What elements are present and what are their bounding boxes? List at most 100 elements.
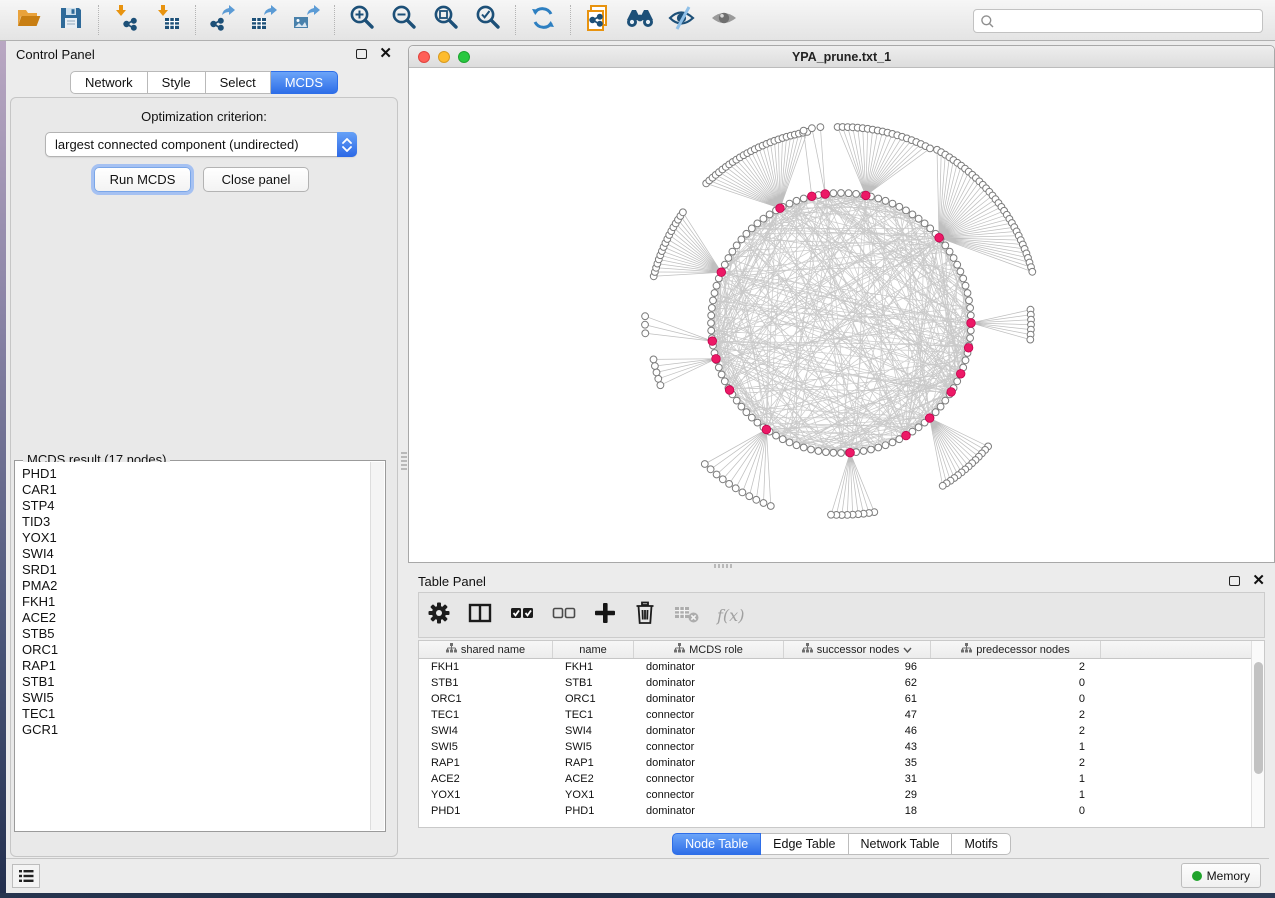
find-button[interactable] [624, 4, 656, 36]
panels-menu-button[interactable] [12, 864, 40, 888]
cell-predecessors[interactable]: 2 [931, 659, 1101, 675]
mcds-result-item[interactable]: CAR1 [22, 482, 370, 498]
table-row-SWI4[interactable]: SWI4SWI4dominator462 [419, 723, 1264, 739]
column-header-role[interactable]: MCDS role [634, 641, 784, 658]
export-table-button[interactable] [249, 4, 281, 36]
mcds-result-list[interactable]: PHD1CAR1STP4TID3YOX1SWI4SRD1PMA2FKH1ACE2… [16, 462, 370, 830]
cell-name[interactable]: TEC1 [553, 707, 634, 723]
export-image-button[interactable] [291, 4, 323, 36]
cell-shared[interactable]: YOX1 [419, 787, 553, 803]
cell-successors[interactable]: 96 [784, 659, 931, 675]
mcds-result-item[interactable]: ACE2 [22, 610, 370, 626]
mcds-result-item[interactable]: FKH1 [22, 594, 370, 610]
cell-role[interactable]: connector [634, 787, 784, 803]
zoom-out-button[interactable] [388, 4, 420, 36]
cell-successors[interactable]: 29 [784, 787, 931, 803]
cell-predecessors[interactable]: 0 [931, 691, 1101, 707]
function-builder-button[interactable]: f(x) [717, 599, 744, 631]
import-table-button[interactable] [152, 4, 184, 36]
cell-shared[interactable]: ACE2 [419, 771, 553, 787]
cell-role[interactable]: dominator [634, 755, 784, 771]
float-table-panel-icon[interactable] [1229, 576, 1240, 586]
cell-predecessors[interactable]: 2 [931, 755, 1101, 771]
mcds-result-item[interactable]: TEC1 [22, 706, 370, 722]
mcds-result-item[interactable]: SRD1 [22, 562, 370, 578]
cell-role[interactable]: dominator [634, 691, 784, 707]
table-row-ACE2[interactable]: ACE2ACE2connector311 [419, 771, 1264, 787]
cell-predecessors[interactable]: 2 [931, 723, 1101, 739]
settings-button[interactable] [427, 599, 451, 631]
cell-predecessors[interactable]: 0 [931, 803, 1101, 819]
close-panel-button[interactable]: Close panel [203, 167, 309, 192]
cell-role[interactable]: dominator [634, 675, 784, 691]
mcds-result-item[interactable]: RAP1 [22, 658, 370, 674]
cell-successors[interactable]: 31 [784, 771, 931, 787]
column-header-shared[interactable]: shared name [419, 641, 553, 658]
tab-edge-table[interactable]: Edge Table [761, 833, 848, 855]
open-file-button[interactable] [13, 4, 45, 36]
deselect-all-button[interactable] [551, 599, 577, 631]
table-row-RAP1[interactable]: RAP1RAP1dominator352 [419, 755, 1264, 771]
float-window-icon[interactable] [356, 49, 367, 59]
tab-style[interactable]: Style [148, 71, 206, 94]
mcds-result-item[interactable]: TID3 [22, 514, 370, 530]
refresh-layout-button[interactable] [527, 4, 559, 36]
zoom-selected-button[interactable] [472, 4, 504, 36]
close-panel-icon[interactable]: ✕ [379, 49, 392, 59]
cell-name[interactable]: SWI4 [553, 723, 634, 739]
column-header-name[interactable]: name [553, 641, 634, 658]
select-all-button[interactable] [509, 599, 535, 631]
cell-predecessors[interactable]: 1 [931, 771, 1101, 787]
table-row-PHD1[interactable]: PHD1PHD1dominator180 [419, 803, 1264, 819]
table-scrollbar-thumb[interactable] [1254, 662, 1263, 774]
table-row-FKH1[interactable]: FKH1FKH1dominator962 [419, 659, 1264, 675]
cell-role[interactable]: connector [634, 739, 784, 755]
memory-button[interactable]: Memory [1181, 863, 1261, 888]
cell-role[interactable]: dominator [634, 723, 784, 739]
cell-shared[interactable]: RAP1 [419, 755, 553, 771]
cell-name[interactable]: SWI5 [553, 739, 634, 755]
cell-shared[interactable]: ORC1 [419, 691, 553, 707]
show-columns-button[interactable] [467, 599, 493, 631]
cell-role[interactable]: connector [634, 771, 784, 787]
mcds-result-item[interactable]: PHD1 [22, 466, 370, 482]
tab-node-table[interactable]: Node Table [672, 833, 761, 855]
cell-successors[interactable]: 35 [784, 755, 931, 771]
mcds-result-item[interactable]: STP4 [22, 498, 370, 514]
cell-shared[interactable]: PHD1 [419, 803, 553, 819]
tab-select[interactable]: Select [206, 71, 271, 94]
cell-successors[interactable]: 61 [784, 691, 931, 707]
add-column-button[interactable] [593, 599, 617, 631]
network-canvas[interactable] [409, 68, 1274, 562]
cell-name[interactable]: ORC1 [553, 691, 634, 707]
vertical-splitter-handle[interactable] [401, 450, 407, 472]
mcds-result-item[interactable]: YOX1 [22, 530, 370, 546]
delete-table-button[interactable] [673, 599, 701, 631]
table-scrollbar[interactable] [1251, 641, 1264, 827]
cell-name[interactable]: YOX1 [553, 787, 634, 803]
cell-role[interactable]: connector [634, 707, 784, 723]
zoom-fit-button[interactable] [430, 4, 462, 36]
cell-role[interactable]: dominator [634, 659, 784, 675]
cell-predecessors[interactable]: 2 [931, 707, 1101, 723]
run-mcds-button[interactable]: Run MCDS [94, 167, 191, 192]
mcds-result-item[interactable]: STB1 [22, 674, 370, 690]
column-header-predecessors[interactable]: predecessor nodes [931, 641, 1101, 658]
cell-successors[interactable]: 62 [784, 675, 931, 691]
tab-network[interactable]: Network [70, 71, 148, 94]
tab-network-table[interactable]: Network Table [849, 833, 953, 855]
cell-shared[interactable]: SWI4 [419, 723, 553, 739]
delete-column-button[interactable] [633, 599, 657, 631]
cell-name[interactable]: ACE2 [553, 771, 634, 787]
cell-shared[interactable]: SWI5 [419, 739, 553, 755]
result-list-scrollbar[interactable] [370, 462, 384, 830]
tab-mcds[interactable]: MCDS [271, 71, 338, 94]
cell-name[interactable]: STB1 [553, 675, 634, 691]
mcds-result-item[interactable]: PMA2 [22, 578, 370, 594]
zoom-in-button[interactable] [346, 4, 378, 36]
cell-successors[interactable]: 47 [784, 707, 931, 723]
table-row-YOX1[interactable]: YOX1YOX1connector291 [419, 787, 1264, 803]
tab-motifs[interactable]: Motifs [952, 833, 1010, 855]
table-row-TEC1[interactable]: TEC1TEC1connector472 [419, 707, 1264, 723]
close-table-panel-icon[interactable]: ✕ [1252, 576, 1265, 586]
